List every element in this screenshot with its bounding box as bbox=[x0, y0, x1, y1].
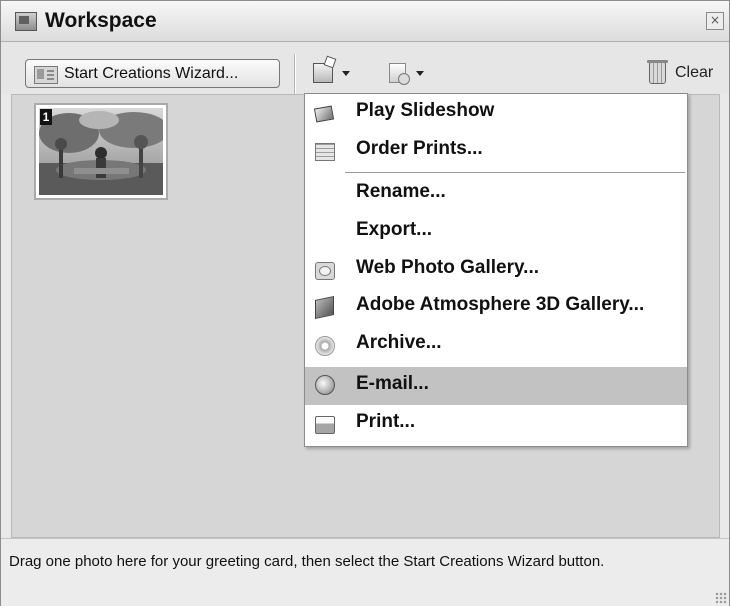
menu-item-order-prints[interactable]: Order Prints... bbox=[305, 134, 687, 168]
email-icon bbox=[315, 375, 335, 395]
start-creations-wizard-button[interactable]: Start Creations Wizard... bbox=[25, 59, 280, 88]
photo-image bbox=[39, 108, 163, 195]
menu-item-label: Archive... bbox=[356, 332, 442, 353]
menu-separator bbox=[345, 172, 685, 173]
order-prints-icon bbox=[315, 143, 335, 161]
menu-item-label: Web Photo Gallery... bbox=[356, 257, 539, 278]
menu-item-export[interactable]: Export... bbox=[305, 215, 687, 249]
menu-item-rename[interactable]: Rename... bbox=[305, 177, 687, 211]
menu-item-play-slideshow[interactable]: Play Slideshow bbox=[305, 96, 687, 130]
photo-number-badge: 1 bbox=[40, 109, 52, 125]
status-message: Drag one photo here for your greeting ca… bbox=[9, 553, 605, 570]
share-menu-button[interactable] bbox=[389, 61, 445, 89]
close-icon[interactable]: × bbox=[706, 12, 724, 30]
printer-icon bbox=[315, 416, 335, 434]
3d-gallery-icon bbox=[315, 295, 334, 320]
web-gallery-icon bbox=[315, 262, 335, 280]
menu-item-web-photo-gallery[interactable]: Web Photo Gallery... bbox=[305, 253, 687, 287]
menu-item-label: Print... bbox=[356, 411, 416, 432]
chevron-down-icon bbox=[416, 71, 424, 76]
clear-label: Clear bbox=[675, 64, 714, 81]
title-bar: Workspace × bbox=[1, 1, 729, 42]
create-icon bbox=[313, 63, 333, 83]
chevron-down-icon bbox=[342, 71, 350, 76]
toolbar-separator bbox=[294, 54, 296, 94]
menu-item-atmosphere-3d-gallery[interactable]: Adobe Atmosphere 3D Gallery... bbox=[305, 290, 687, 324]
menu-item-label: Export... bbox=[356, 219, 433, 240]
resize-grip-icon[interactable] bbox=[715, 592, 727, 604]
toolbar: Start Creations Wizard... Clear bbox=[1, 42, 729, 94]
menu-item-label: Adobe Atmosphere 3D Gallery... bbox=[356, 294, 645, 315]
wizard-icon bbox=[34, 66, 58, 84]
clear-button[interactable]: Clear bbox=[647, 60, 725, 89]
create-dropdown-menu: Play Slideshow Order Prints... Rename...… bbox=[304, 93, 688, 447]
window-title: Workspace bbox=[45, 9, 157, 32]
share-icon bbox=[389, 63, 410, 85]
trash-icon bbox=[647, 60, 668, 84]
create-menu-button[interactable] bbox=[313, 61, 369, 89]
menu-item-email[interactable]: E-mail... bbox=[305, 367, 687, 405]
menu-item-label: Play Slideshow bbox=[356, 100, 495, 121]
archive-disc-icon bbox=[315, 336, 335, 356]
workspace-icon bbox=[15, 12, 37, 31]
workspace-window: Workspace × Start Creations Wizard... Cl… bbox=[0, 0, 730, 606]
start-creations-wizard-label: Start Creations Wizard... bbox=[64, 65, 239, 82]
slideshow-icon bbox=[313, 105, 335, 123]
menu-item-label: Order Prints... bbox=[356, 138, 483, 159]
status-bar: Drag one photo here for your greeting ca… bbox=[1, 538, 729, 606]
photo-thumbnail[interactable]: 1 bbox=[34, 103, 168, 200]
menu-item-archive[interactable]: Archive... bbox=[305, 328, 687, 362]
menu-item-label: Rename... bbox=[356, 181, 446, 202]
menu-item-label: E-mail... bbox=[356, 373, 429, 394]
menu-item-print[interactable]: Print... bbox=[305, 407, 687, 441]
